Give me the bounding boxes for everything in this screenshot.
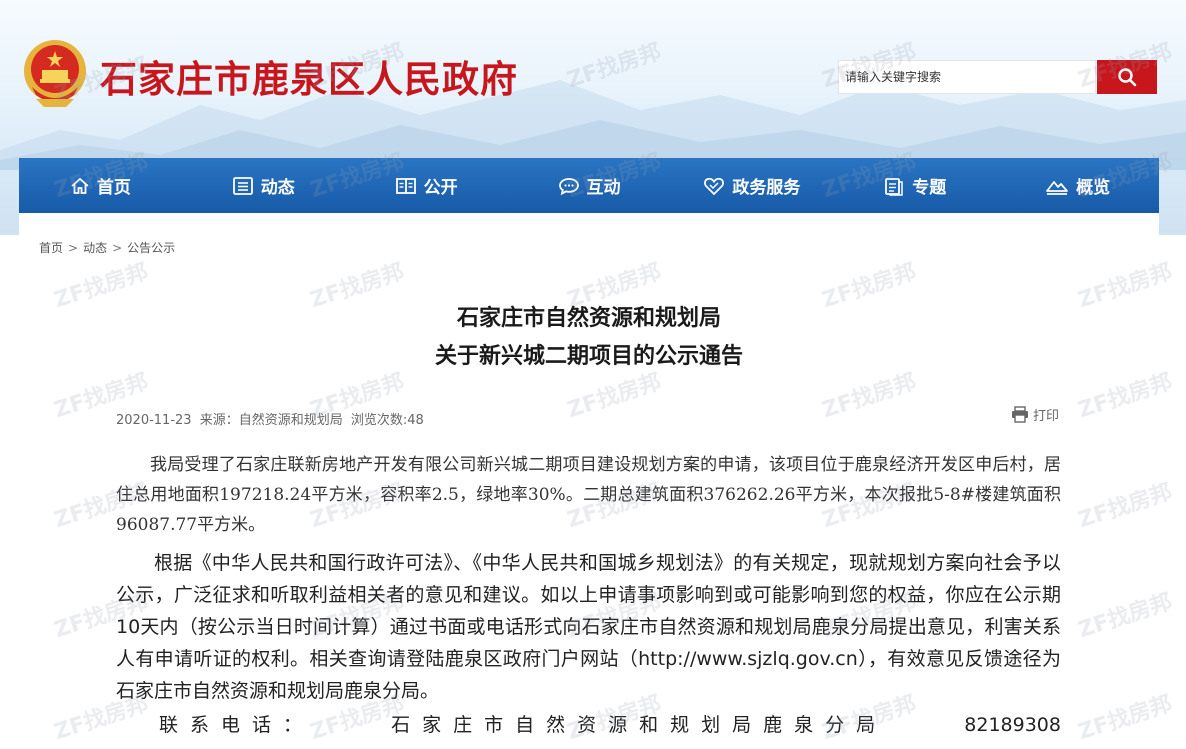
landscape-icon <box>1046 180 1068 195</box>
nav-item-label: 公开 <box>423 178 458 198</box>
nav-item-public[interactable]: 公开 <box>345 158 508 213</box>
contact-label: 联系电话： <box>159 714 315 736</box>
article-title-line2: 关于新兴城二期项目的公示通告 <box>434 344 743 369</box>
article-paragraph-2: 根据《中华人民共和国行政许可法》、《中华人民共和国城乡规划法》的有关规定，现就规… <box>116 552 1061 702</box>
document-icon <box>885 177 903 196</box>
chat-icon <box>558 177 579 195</box>
search-icon <box>1118 68 1137 87</box>
search-input[interactable] <box>839 61 1095 93</box>
nav-item-label: 政务服务 <box>732 178 801 198</box>
nav-item-label: 互动 <box>586 178 621 198</box>
article-meta: 2020-11-23 来源：自然资源和规划局 浏览次数:48 <box>116 409 428 428</box>
nav-item-home[interactable]: 首页 <box>19 158 182 213</box>
nav-item-services[interactable]: 政务服务 <box>670 158 833 213</box>
news-icon <box>232 176 253 195</box>
book-icon <box>395 177 416 194</box>
nav-item-label: 动态 <box>260 178 295 198</box>
breadcrumb-current[interactable]: 公告公示 <box>127 241 175 255</box>
breadcrumb: 首页 > 动态 > 公告公示 <box>39 239 175 256</box>
article-source: 来源：自然资源和规划局 <box>199 413 343 428</box>
contact-line: 联系电话： 石家庄市自然资源和规划局鹿泉分局 82189308 <box>159 709 1061 741</box>
article-views: 浏览次数:48 <box>350 413 424 428</box>
nav-item-overview[interactable]: 概览 <box>996 158 1159 213</box>
nav-item-interaction[interactable]: 互动 <box>508 158 671 213</box>
search-button[interactable] <box>1097 60 1157 94</box>
article-paragraph-1: 我局受理了石家庄联新房地产开发有限公司新兴城二期项目建设规划方案的申请，该项目位… <box>116 455 1061 535</box>
nav-item-news[interactable]: 动态 <box>182 158 345 213</box>
national-emblem-icon <box>24 40 86 107</box>
article-container: 首页 > 动态 > 公告公示 石家庄市自然资源和规划局 关于新兴城二期项目的公示通告 2… <box>19 213 1159 749</box>
nav-item-label: 概览 <box>1076 178 1111 198</box>
print-label: 打印 <box>1033 409 1060 424</box>
printer-icon <box>1012 406 1028 423</box>
nav-item-label: 首页 <box>96 178 131 198</box>
article-title-line1: 石家庄市自然资源和规划局 <box>456 306 721 331</box>
site-title[interactable]: 石家庄市鹿泉区人民政府 <box>100 55 518 103</box>
breadcrumb-separator: > <box>112 241 123 255</box>
print-button[interactable]: 打印 <box>1011 405 1059 424</box>
heart-icon <box>704 177 725 195</box>
main-nav: 首页 动态 公开 互动 政务服务 专题 概览 <box>19 158 1159 213</box>
nav-item-topics[interactable]: 专题 <box>833 158 996 213</box>
breadcrumb-section[interactable]: 动态 <box>83 241 107 255</box>
contact-phone: 82189308 <box>964 714 1061 736</box>
home-icon <box>71 177 89 194</box>
nav-item-label: 专题 <box>912 178 947 198</box>
search-box <box>838 60 1096 94</box>
contact-org: 石家庄市自然资源和规划局鹿泉分局 <box>391 714 888 736</box>
breadcrumb-separator: > <box>68 241 79 255</box>
article-date: 2020-11-23 <box>116 413 192 428</box>
breadcrumb-home[interactable]: 首页 <box>39 241 63 255</box>
